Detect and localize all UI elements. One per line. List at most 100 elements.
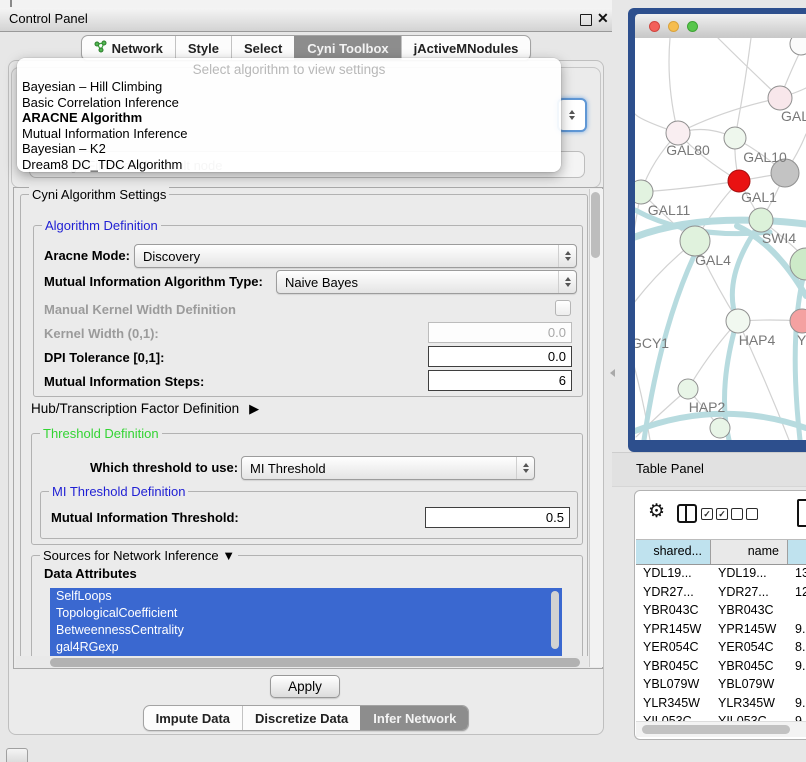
select-all-checkboxes-icon[interactable]: ✓✓ <box>701 508 728 520</box>
tab-cyni-toolbox[interactable]: Cyni Toolbox <box>294 36 400 60</box>
clear-selection-checkboxes-icon[interactable] <box>731 508 758 520</box>
cell[interactable]: YDR27... <box>711 583 788 602</box>
cell[interactable]: YPR145W <box>636 620 711 639</box>
table-row[interactable]: YBR045CYBR045C9. <box>636 657 806 676</box>
cell[interactable]: YER054C <box>636 638 711 657</box>
cell[interactable]: YDL19... <box>711 564 788 583</box>
cell[interactable]: YDR27... <box>636 583 711 602</box>
column-header-2[interactable] <box>788 540 806 564</box>
hub-transcription-section[interactable]: Hub/Transcription Factor Definition▶ <box>31 401 259 417</box>
float-window-icon[interactable] <box>580 14 592 26</box>
vertical-scrollbar-track[interactable] <box>589 189 603 667</box>
tab-jactivemnodules[interactable]: jActiveMNodules <box>401 36 531 60</box>
network-node-salmon-node[interactable] <box>790 309 806 333</box>
cell[interactable] <box>788 675 806 694</box>
table-row[interactable]: YBR043CYBR043C <box>636 601 806 620</box>
tab-select[interactable]: Select <box>231 36 294 60</box>
network-node-gal10[interactable] <box>724 127 746 149</box>
table-horizontal-scrollbar-track[interactable] <box>636 721 806 737</box>
mi-steps-input[interactable] <box>428 370 572 391</box>
table-row[interactable]: YLR345WYLR345W9. <box>636 694 806 713</box>
table-row[interactable]: YBL079WYBL079W <box>636 675 806 694</box>
attr-item-selfloops[interactable]: SelfLoops <box>50 588 562 605</box>
column-header-name[interactable]: name <box>711 540 788 564</box>
network-node-hap2[interactable] <box>678 379 698 399</box>
table-row[interactable]: YDL19...YDL19...13 <box>636 564 806 583</box>
algo-item-bayesian-k2[interactable]: Bayesian – K2 <box>17 141 561 157</box>
attr-item-betweennesscentrality[interactable]: BetweennessCentrality <box>50 622 562 639</box>
mi-algorithm-type-select[interactable]: Naive Bayes <box>276 270 577 294</box>
focused-combo-stepper[interactable] <box>557 98 587 132</box>
table-row[interactable]: YER054CYER054C8. <box>636 638 806 657</box>
collapse-arrow-icon[interactable]: ▼ <box>222 548 235 563</box>
network-node-gal7[interactable] <box>768 86 792 110</box>
network-view-window[interactable]: GALGAL80GAL10GAL1GAL11SWI4GAL4GCY1HAP4YH… <box>628 8 806 452</box>
cell[interactable]: YIL053C <box>711 712 788 721</box>
cell[interactable]: YBR045C <box>711 657 788 676</box>
aracne-mode-select[interactable]: Discovery <box>134 244 577 268</box>
cell[interactable]: YBL079W <box>711 675 788 694</box>
column-header-shared[interactable]: shared... <box>636 540 711 564</box>
table-row[interactable]: YIL053CYIL053C9 <box>636 712 806 721</box>
network-node-swi4[interactable] <box>749 208 773 232</box>
cell[interactable]: 12 <box>788 583 806 602</box>
algo-item-dream8-dc-tdc-algorithm[interactable]: Dream8 DC_TDC Algorithm <box>17 157 561 173</box>
cell[interactable]: 9. <box>788 657 806 676</box>
cell[interactable]: 9 <box>788 712 806 721</box>
split-view-icon[interactable] <box>677 504 697 523</box>
cell[interactable]: YBR045C <box>636 657 711 676</box>
data-attributes-list[interactable]: SelfLoopsTopologicalCoefficientBetweenne… <box>50 588 562 656</box>
algo-item-bayesian-hill-climbing[interactable]: Bayesian – Hill Climbing <box>17 79 561 95</box>
gear-icon[interactable]: ⚙ <box>648 500 665 523</box>
cell[interactable]: 9. <box>788 694 806 713</box>
cell[interactable]: YLR345W <box>711 694 788 713</box>
cell[interactable]: 13 <box>788 564 806 583</box>
cell[interactable]: YPR145W <box>711 620 788 639</box>
tab-style[interactable]: Style <box>175 36 231 60</box>
file-icon[interactable] <box>797 499 806 527</box>
table-row[interactable]: YPR145WYPR145W9. <box>636 620 806 639</box>
attr-item-gal4rgexp[interactable]: gal4RGexp <box>50 639 562 656</box>
mi-threshold-input[interactable] <box>425 507 570 528</box>
algo-item-mutual-information-inference[interactable]: Mutual Information Inference <box>17 126 561 142</box>
algo-item-aracne-algorithm[interactable]: ARACNE Algorithm <box>17 110 561 126</box>
cell[interactable]: YIL053C <box>636 712 711 721</box>
network-canvas[interactable]: GALGAL80GAL10GAL1GAL11SWI4GAL4GCY1HAP4YH… <box>635 38 806 440</box>
dpi-tolerance-input[interactable] <box>428 346 572 367</box>
cell[interactable]: YDL19... <box>636 564 711 583</box>
table-horizontal-scrollbar-thumb[interactable] <box>642 725 790 734</box>
manual-kernel-checkbox[interactable] <box>555 300 571 316</box>
expand-arrow-icon[interactable]: ▶ <box>249 401 259 416</box>
apply-button[interactable]: Apply <box>270 675 340 698</box>
cell[interactable]: 9. <box>788 620 806 639</box>
attr-item-topologicalcoefficient[interactable]: TopologicalCoefficient <box>50 605 562 622</box>
cell[interactable]: YER054C <box>711 638 788 657</box>
docked-panel-button[interactable] <box>6 748 28 762</box>
vertical-scrollbar-thumb[interactable] <box>591 192 600 258</box>
network-window-titlebar[interactable] <box>635 14 806 38</box>
network-node-top-partial[interactable] <box>790 38 806 55</box>
table-row[interactable]: YDR27...YDR27...12 <box>636 583 806 602</box>
tab-impute-data[interactable]: Impute Data <box>144 706 242 730</box>
cell[interactable]: YBL079W <box>636 675 711 694</box>
tab-infer-network[interactable]: Infer Network <box>360 706 468 730</box>
list-scrollbar-thumb[interactable] <box>551 591 559 649</box>
cell[interactable]: 8. <box>788 638 806 657</box>
close-traffic-light-icon[interactable] <box>649 21 660 32</box>
close-icon[interactable]: ✕ <box>597 10 609 27</box>
zoom-traffic-light-icon[interactable] <box>687 21 698 32</box>
network-node-bottom-partial[interactable] <box>710 418 730 438</box>
kernel-width-input[interactable] <box>428 322 572 343</box>
cell[interactable]: YBR043C <box>636 601 711 620</box>
network-node-hap4[interactable] <box>726 309 750 333</box>
tab-network[interactable]: Network <box>82 36 175 60</box>
cell[interactable]: YBR043C <box>711 601 788 620</box>
algo-item-basic-correlation-inference[interactable]: Basic Correlation Inference <box>17 95 561 111</box>
tab-discretize-data[interactable]: Discretize Data <box>242 706 360 730</box>
cell[interactable] <box>788 601 806 620</box>
cell[interactable]: YLR345W <box>636 694 711 713</box>
minimize-traffic-light-icon[interactable] <box>668 21 679 32</box>
which-threshold-select[interactable]: MI Threshold <box>241 456 535 480</box>
horizontal-scrollbar-thumb[interactable] <box>50 658 580 667</box>
splitter-handle-icon[interactable] <box>610 369 615 377</box>
